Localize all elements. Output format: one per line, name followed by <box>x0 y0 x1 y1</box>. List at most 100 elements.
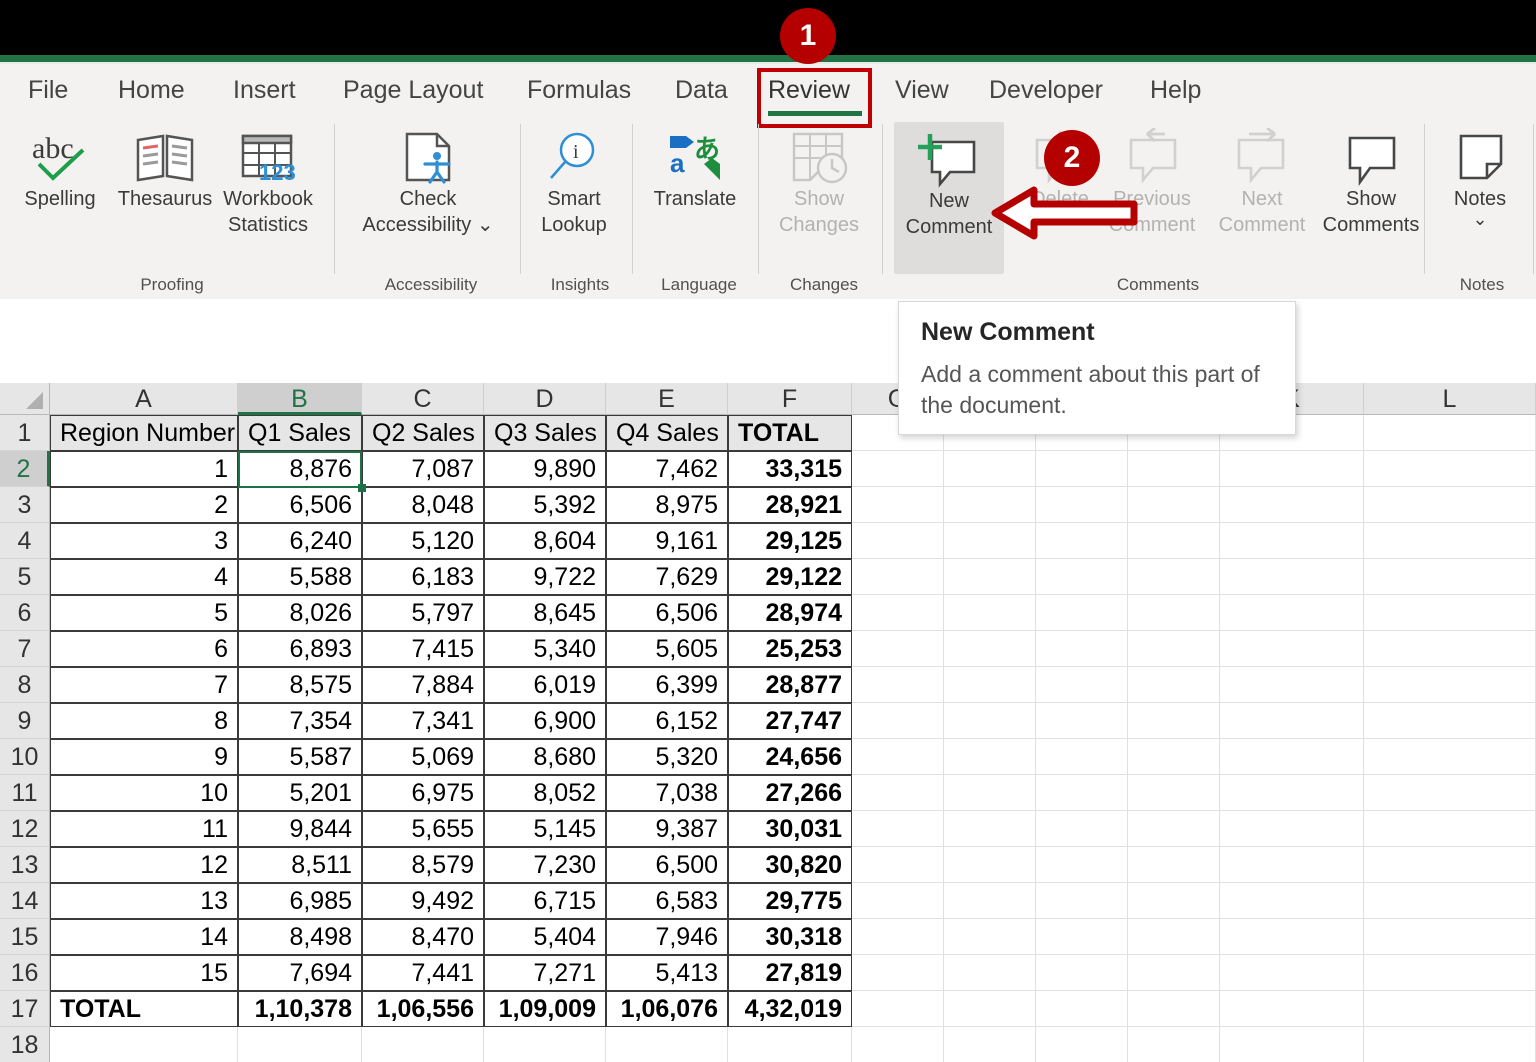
tab-insert[interactable]: Insert <box>233 72 296 108</box>
tab-formulas[interactable]: Formulas <box>527 72 631 108</box>
cell-empty-K12[interactable] <box>1220 811 1364 847</box>
cell-empty-H10[interactable] <box>944 739 1036 775</box>
cell-A4[interactable]: 3 <box>50 523 238 559</box>
row-header-17[interactable]: 17 <box>0 991 50 1027</box>
tab-help[interactable]: Help <box>1150 72 1201 108</box>
cell-B6[interactable]: 8,026 <box>238 595 362 631</box>
cell-empty-G4[interactable] <box>852 523 944 559</box>
row-header-7[interactable]: 7 <box>0 631 50 667</box>
cell-total-F17[interactable]: 4,32,019 <box>728 991 852 1027</box>
cell-empty-L8[interactable] <box>1364 667 1536 703</box>
cell-empty-J17[interactable] <box>1128 991 1220 1027</box>
cell-empty-K6[interactable] <box>1220 595 1364 631</box>
new-comment-button[interactable]: New Comment <box>894 122 1004 274</box>
cell-empty-L1[interactable] <box>1364 415 1536 451</box>
cell-B10[interactable]: 5,587 <box>238 739 362 775</box>
cell-A7[interactable]: 6 <box>50 631 238 667</box>
cell-D8[interactable]: 6,019 <box>484 667 606 703</box>
spelling-button[interactable]: abc Spelling <box>10 124 110 212</box>
cell-empty-B18[interactable] <box>238 1027 362 1062</box>
cell-D9[interactable]: 6,900 <box>484 703 606 739</box>
col-header-l[interactable]: L <box>1364 383 1536 415</box>
cell-D4[interactable]: 8,604 <box>484 523 606 559</box>
cell-empty-G14[interactable] <box>852 883 944 919</box>
cell-empty-L16[interactable] <box>1364 955 1536 991</box>
cell-empty-L4[interactable] <box>1364 523 1536 559</box>
cell-empty-I18[interactable] <box>1036 1027 1128 1062</box>
cell-E9[interactable]: 6,152 <box>606 703 728 739</box>
cell-F11[interactable]: 27,266 <box>728 775 852 811</box>
cell-B15[interactable]: 8,498 <box>238 919 362 955</box>
cell-empty-I16[interactable] <box>1036 955 1128 991</box>
cell-empty-G9[interactable] <box>852 703 944 739</box>
cell-B14[interactable]: 6,985 <box>238 883 362 919</box>
cell-empty-I13[interactable] <box>1036 847 1128 883</box>
cell-A16[interactable]: 15 <box>50 955 238 991</box>
cell-D16[interactable]: 7,271 <box>484 955 606 991</box>
cell-D7[interactable]: 5,340 <box>484 631 606 667</box>
cell-F10[interactable]: 24,656 <box>728 739 852 775</box>
cell-C16[interactable]: 7,441 <box>362 955 484 991</box>
cell-empty-I11[interactable] <box>1036 775 1128 811</box>
cell-empty-L6[interactable] <box>1364 595 1536 631</box>
cell-empty-H15[interactable] <box>944 919 1036 955</box>
cell-F7[interactable]: 25,253 <box>728 631 852 667</box>
cell-E7[interactable]: 5,605 <box>606 631 728 667</box>
cell-A5[interactable]: 4 <box>50 559 238 595</box>
cell-C11[interactable]: 6,975 <box>362 775 484 811</box>
cell-header-B1[interactable]: Q1 Sales <box>238 415 362 451</box>
cell-empty-E18[interactable] <box>606 1027 728 1062</box>
cell-E16[interactable]: 5,413 <box>606 955 728 991</box>
cell-C8[interactable]: 7,884 <box>362 667 484 703</box>
cell-empty-G7[interactable] <box>852 631 944 667</box>
cell-A9[interactable]: 8 <box>50 703 238 739</box>
cell-E10[interactable]: 5,320 <box>606 739 728 775</box>
cell-A15[interactable]: 14 <box>50 919 238 955</box>
cell-empty-H4[interactable] <box>944 523 1036 559</box>
cell-C13[interactable]: 8,579 <box>362 847 484 883</box>
cell-C12[interactable]: 5,655 <box>362 811 484 847</box>
cell-D2[interactable]: 9,890 <box>484 451 606 487</box>
cell-empty-I7[interactable] <box>1036 631 1128 667</box>
cell-empty-K9[interactable] <box>1220 703 1364 739</box>
tab-file[interactable]: File <box>28 72 68 108</box>
row-header-11[interactable]: 11 <box>0 775 50 811</box>
col-header-f[interactable]: F <box>728 383 852 415</box>
cell-empty-L10[interactable] <box>1364 739 1536 775</box>
row-header-15[interactable]: 15 <box>0 919 50 955</box>
check-accessibility-button[interactable]: Check Accessibility ⌄ <box>348 124 508 238</box>
cell-E4[interactable]: 9,161 <box>606 523 728 559</box>
tab-page-layout[interactable]: Page Layout <box>343 72 483 108</box>
cell-empty-L9[interactable] <box>1364 703 1536 739</box>
cell-empty-A18[interactable] <box>50 1027 238 1062</box>
cell-empty-G16[interactable] <box>852 955 944 991</box>
cell-F12[interactable]: 30,031 <box>728 811 852 847</box>
cell-C4[interactable]: 5,120 <box>362 523 484 559</box>
select-all-corner[interactable] <box>0 383 50 415</box>
cell-D14[interactable]: 6,715 <box>484 883 606 919</box>
cell-B9[interactable]: 7,354 <box>238 703 362 739</box>
cell-total-C17[interactable]: 1,06,556 <box>362 991 484 1027</box>
cell-empty-G17[interactable] <box>852 991 944 1027</box>
cell-empty-H7[interactable] <box>944 631 1036 667</box>
cell-empty-K15[interactable] <box>1220 919 1364 955</box>
row-header-8[interactable]: 8 <box>0 667 50 703</box>
cell-D15[interactable]: 5,404 <box>484 919 606 955</box>
cell-empty-J14[interactable] <box>1128 883 1220 919</box>
cell-empty-G5[interactable] <box>852 559 944 595</box>
cell-E8[interactable]: 6,399 <box>606 667 728 703</box>
tab-developer[interactable]: Developer <box>989 72 1103 108</box>
cell-empty-H3[interactable] <box>944 487 1036 523</box>
row-header-18[interactable]: 18 <box>0 1027 50 1062</box>
cell-C2[interactable]: 7,087 <box>362 451 484 487</box>
cell-empty-H6[interactable] <box>944 595 1036 631</box>
cell-B4[interactable]: 6,240 <box>238 523 362 559</box>
cell-A10[interactable]: 9 <box>50 739 238 775</box>
cell-empty-K2[interactable] <box>1220 451 1364 487</box>
row-header-12[interactable]: 12 <box>0 811 50 847</box>
cell-B3[interactable]: 6,506 <box>238 487 362 523</box>
cell-empty-L3[interactable] <box>1364 487 1536 523</box>
cell-empty-I3[interactable] <box>1036 487 1128 523</box>
row-header-4[interactable]: 4 <box>0 523 50 559</box>
cell-empty-G10[interactable] <box>852 739 944 775</box>
